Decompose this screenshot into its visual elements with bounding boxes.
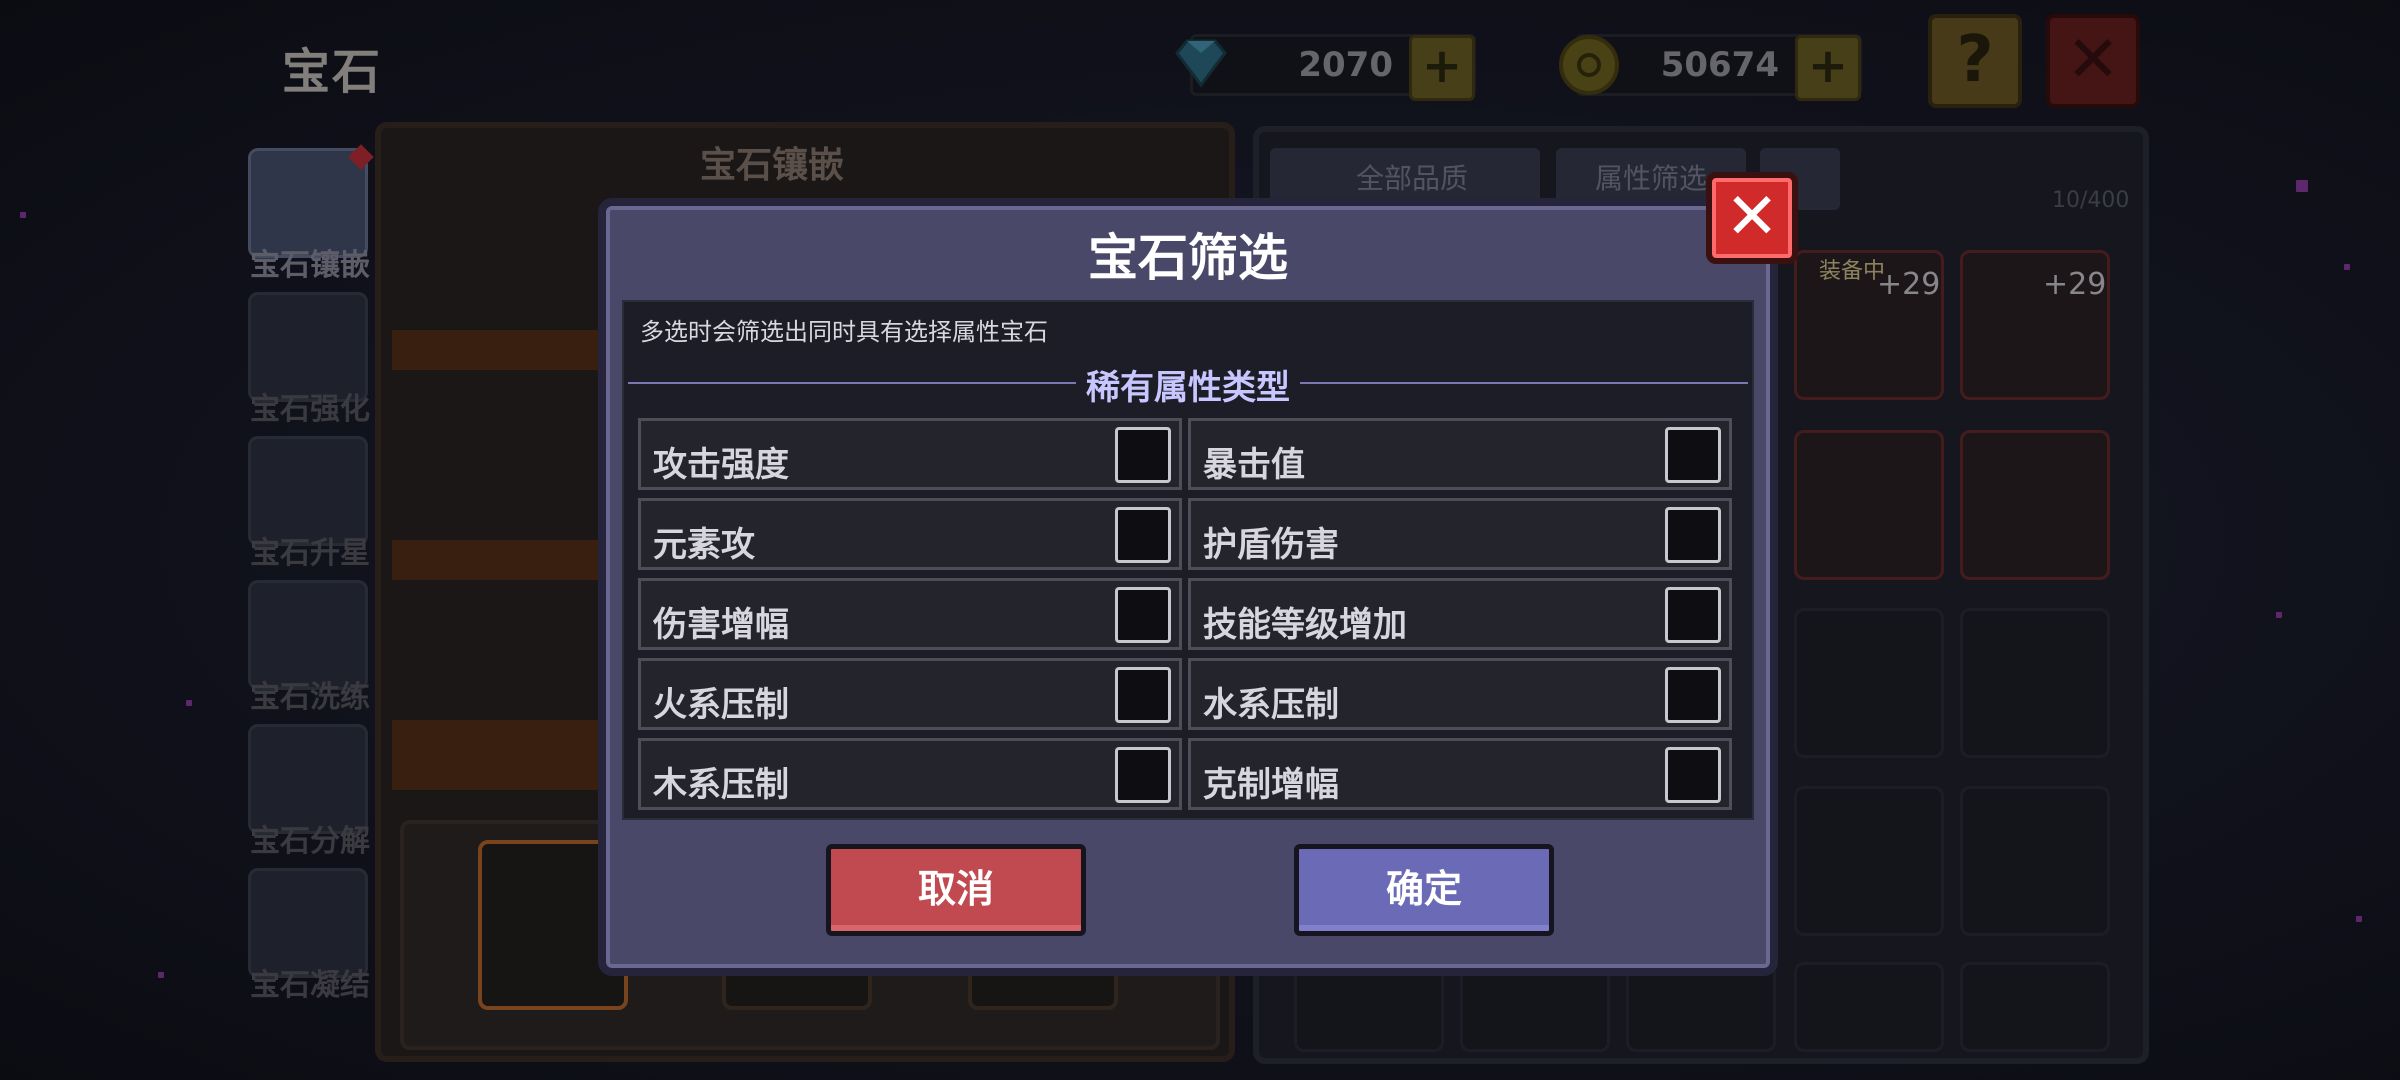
option-label: 元素攻 [653, 525, 755, 565]
confirm-button[interactable]: 确定 [1294, 844, 1554, 936]
option-label: 伤害增幅 [653, 605, 789, 645]
filter-option-damage-boost[interactable]: 伤害增幅 [638, 578, 1182, 650]
option-label: 攻击强度 [653, 445, 789, 485]
filter-option-water-suppression[interactable]: 水系压制 [1188, 658, 1732, 730]
checkbox[interactable] [1115, 427, 1171, 483]
filter-option-counter-boost[interactable]: 克制增幅 [1188, 738, 1732, 810]
option-label: 暴击值 [1203, 445, 1305, 485]
filter-hint: 多选时会筛选出同时具有选择属性宝石 [640, 318, 1048, 346]
option-label: 水系压制 [1203, 685, 1339, 725]
filter-option-shield-damage[interactable]: 护盾伤害 [1188, 498, 1732, 570]
filter-option-crit-value[interactable]: 暴击值 [1188, 418, 1732, 490]
dialog-title: 宝石筛选 [1088, 229, 1288, 287]
filter-option-skill-level[interactable]: 技能等级增加 [1188, 578, 1732, 650]
option-label: 木系压制 [653, 765, 789, 805]
filter-option-elemental-attack[interactable]: 元素攻 [638, 498, 1182, 570]
option-label: 技能等级增加 [1203, 605, 1407, 645]
cancel-button[interactable]: 取消 [826, 844, 1086, 936]
checkbox[interactable] [1665, 747, 1721, 803]
checkbox[interactable] [1115, 747, 1171, 803]
checkbox[interactable] [1115, 587, 1171, 643]
option-label: 护盾伤害 [1203, 525, 1339, 565]
checkbox[interactable] [1115, 667, 1171, 723]
filter-option-attack-strength[interactable]: 攻击强度 [638, 418, 1182, 490]
checkbox[interactable] [1665, 587, 1721, 643]
close-icon: ✕ [1725, 180, 1779, 254]
section-title: 稀有属性类型 [628, 360, 1748, 409]
option-label: 克制增幅 [1203, 765, 1339, 805]
option-label: 火系压制 [653, 685, 789, 725]
checkbox[interactable] [1665, 507, 1721, 563]
checkbox[interactable] [1665, 667, 1721, 723]
filter-option-fire-suppression[interactable]: 火系压制 [638, 658, 1182, 730]
close-dialog-button[interactable]: ✕ [1706, 172, 1798, 264]
checkbox[interactable] [1665, 427, 1721, 483]
filter-option-wood-suppression[interactable]: 木系压制 [638, 738, 1182, 810]
checkbox[interactable] [1115, 507, 1171, 563]
